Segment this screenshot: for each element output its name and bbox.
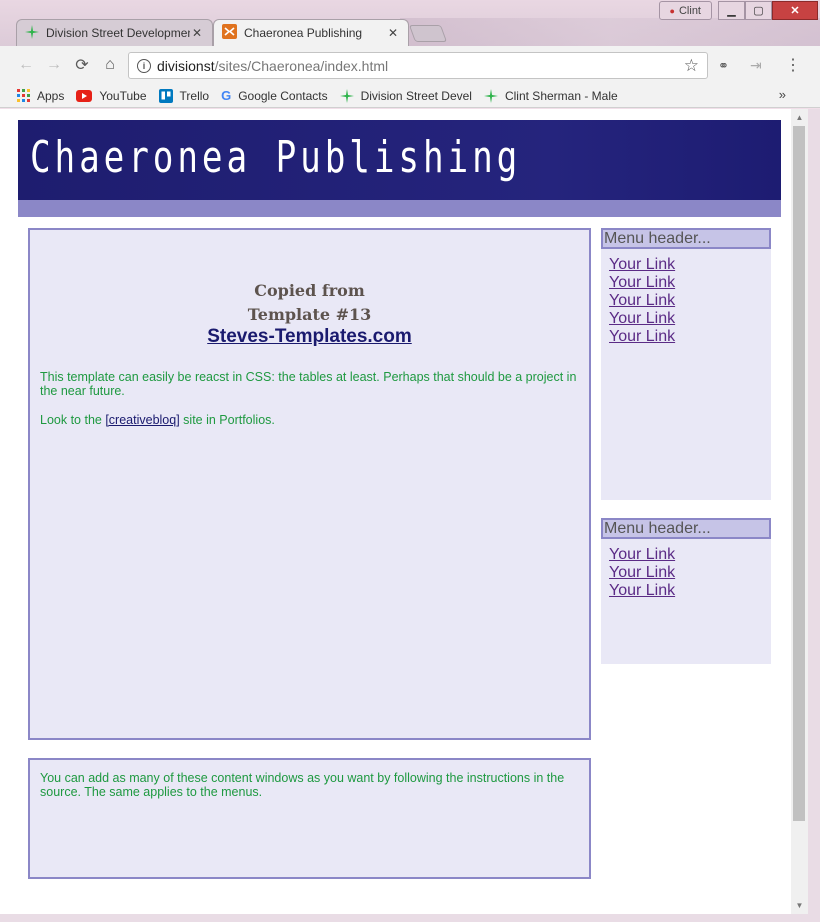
back-arrow-icon[interactable]: ← xyxy=(12,56,40,74)
bookmarks-bar: Apps YouTube Trello G Google Contacts Di… xyxy=(0,84,820,108)
sidebar-menu-2: Menu header... Your Link Your Link Your … xyxy=(601,518,771,664)
extension-icon[interactable]: ⚭ xyxy=(718,58,729,74)
menu-link[interactable]: Your Link xyxy=(609,328,675,345)
extension-arrow-icon[interactable]: ⇥ xyxy=(750,57,762,74)
menu-link[interactable]: Your Link xyxy=(609,274,675,291)
forward-arrow-icon[interactable]: → xyxy=(40,56,68,74)
bookmark-clint-sherman[interactable]: Clint Sherman - Male xyxy=(483,88,618,103)
bookmark-division-street[interactable]: Division Street Devel xyxy=(339,88,472,103)
banner-title: Chaeronea Publishing xyxy=(30,132,522,183)
new-tab-button[interactable] xyxy=(408,25,448,42)
sparkle-icon xyxy=(25,24,39,42)
steves-templates-link[interactable]: Steves-Templates.com xyxy=(30,326,589,348)
vertical-scrollbar[interactable]: ▲ ▼ xyxy=(791,109,808,914)
profile-badge-icon: ● xyxy=(669,5,675,16)
reload-icon[interactable]: ⟳ xyxy=(68,55,96,75)
bookmark-star-icon[interactable]: ☆ xyxy=(684,56,699,76)
minimize-button[interactable]: ▁ xyxy=(718,1,745,20)
trello-icon xyxy=(158,88,173,103)
info-icon[interactable]: i xyxy=(137,58,151,73)
tab-chaeronea[interactable]: Chaeronea Publishing ✕ xyxy=(213,19,409,46)
window-titlebar: Division Street Development ✕ Chaeronea … xyxy=(0,0,820,46)
creativebloq-link[interactable]: [creativebloq] xyxy=(105,413,179,427)
home-icon[interactable]: ⌂ xyxy=(96,56,124,74)
maximize-button[interactable]: ▢ xyxy=(745,1,772,20)
apps-grid-icon xyxy=(17,89,30,102)
tab-title: Division Street Development xyxy=(46,26,190,40)
content-window-secondary: You can add as many of these content win… xyxy=(28,758,591,879)
bookmark-google-contacts[interactable]: G Google Contacts xyxy=(221,88,328,103)
url-text: divisionst/sites/Chaeronea/index.html xyxy=(157,57,389,74)
scroll-down-icon[interactable]: ▼ xyxy=(791,897,808,914)
bookmark-trello[interactable]: Trello xyxy=(158,88,209,103)
site-banner: Chaeronea Publishing xyxy=(18,120,781,200)
menu-header: Menu header... xyxy=(601,228,771,249)
scrollbar-thumb[interactable] xyxy=(793,126,805,821)
content-window-main: Copied from Template #13 Steves-Template… xyxy=(28,228,591,740)
sparkle-icon xyxy=(483,88,498,103)
banner-band xyxy=(18,200,781,217)
tab-division-street[interactable]: Division Street Development ✕ xyxy=(16,19,213,46)
google-icon: G xyxy=(221,88,232,103)
instructions-paragraph: You can add as many of these content win… xyxy=(40,771,565,799)
xampp-icon xyxy=(222,24,237,42)
menu-header: Menu header... xyxy=(601,518,771,539)
address-bar[interactable]: i divisionst/sites/Chaeronea/index.html … xyxy=(128,52,708,79)
scroll-up-icon[interactable]: ▲ xyxy=(791,109,808,126)
menu-link[interactable]: Your Link xyxy=(609,256,675,273)
more-bookmarks-icon[interactable]: » xyxy=(779,87,786,102)
bookmark-apps[interactable]: Apps xyxy=(17,89,64,103)
titlebar-background xyxy=(400,18,820,46)
profile-button[interactable]: ● Clint xyxy=(658,1,712,20)
menu-link[interactable]: Your Link xyxy=(609,310,675,327)
copied-from-heading: Copied from xyxy=(254,281,365,300)
close-tab-icon[interactable]: ✕ xyxy=(190,26,204,40)
browser-toolbar: ← → ⟳ ⌂ i divisionst/sites/Chaeronea/ind… xyxy=(0,46,820,84)
template-number-heading: Template #13 xyxy=(247,305,372,324)
menu-link[interactable]: Your Link xyxy=(609,292,675,309)
portfolios-paragraph: Look to the [creativebloq] site in Portf… xyxy=(40,413,275,427)
close-window-button[interactable]: ✕ xyxy=(772,1,818,20)
menu-link[interactable]: Your Link xyxy=(609,582,675,599)
profile-name: Clint xyxy=(678,4,701,17)
sparkle-icon xyxy=(339,88,354,103)
menu-dots-icon[interactable]: ⋮ xyxy=(785,55,801,75)
tab-title: Chaeronea Publishing xyxy=(244,26,363,40)
youtube-icon xyxy=(76,89,93,102)
window-controls: ● Clint ▁ ▢ ✕ xyxy=(658,1,818,20)
menu-link[interactable]: Your Link xyxy=(609,546,675,563)
bookmark-youtube[interactable]: YouTube xyxy=(76,89,147,103)
window-frame-right xyxy=(808,109,820,914)
window-frame-bottom xyxy=(0,914,820,922)
close-tab-icon[interactable]: ✕ xyxy=(386,26,400,40)
sidebar-menu-1: Menu header... Your Link Your Link Your … xyxy=(601,228,771,500)
menu-link[interactable]: Your Link xyxy=(609,564,675,581)
template-paragraph: This template can easily be reacst in CS… xyxy=(40,370,577,398)
